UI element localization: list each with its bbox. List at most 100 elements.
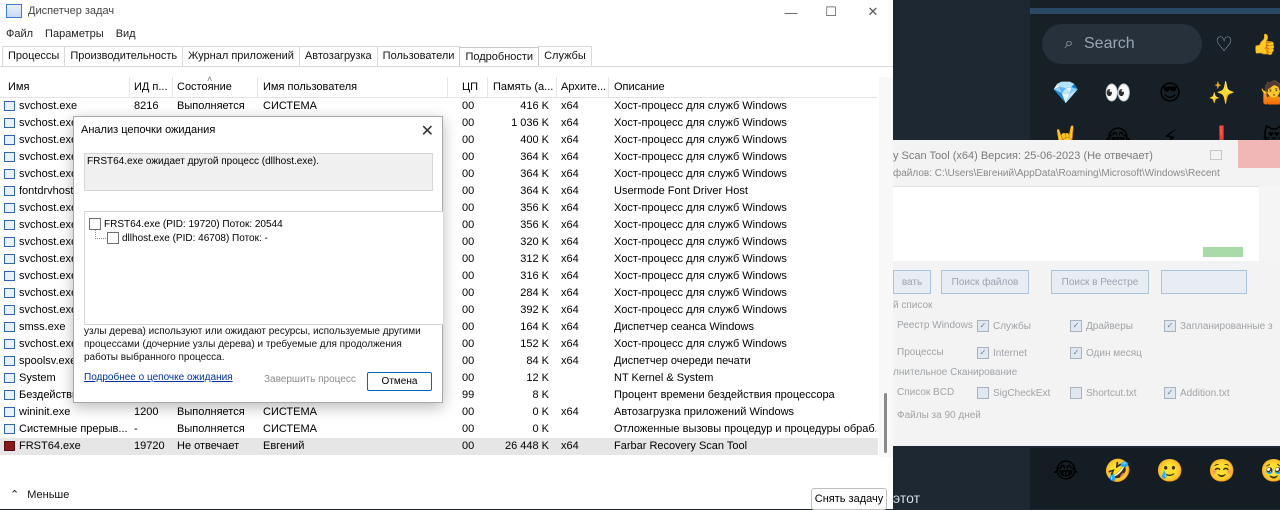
header-cpu[interactable]: ЦП [462, 81, 478, 93]
vertical-scrollbar[interactable] [879, 77, 893, 457]
emoji-item[interactable]: 😂 [1040, 458, 1092, 484]
heart-icon[interactable]: ♡ [1215, 32, 1233, 57]
header-status[interactable]: Состояние [177, 81, 232, 93]
scrollbar-thumb[interactable] [884, 393, 887, 453]
checkbox-icon[interactable] [1070, 387, 1082, 399]
frst-search-files-button[interactable]: Поиск файлов [941, 270, 1029, 294]
end-process-button[interactable]: Завершить процесс [264, 374, 356, 385]
table-row[interactable]: wininit.exe 1200 Выполняется СИСТЕМА 00 0 K x6… [0, 404, 878, 421]
header-description[interactable]: Описание [614, 81, 665, 93]
process-icon [4, 390, 15, 400]
frst-check-one-month[interactable]: Один месяц [1086, 348, 1142, 359]
table-row[interactable]: Системные прерыв... - Выполняется СИСТЕМА 00… [0, 421, 878, 438]
tab-services[interactable]: Службы [538, 46, 592, 66]
header-username[interactable]: Имя пользователя [263, 81, 357, 93]
end-task-button[interactable]: Снять задачу [811, 488, 887, 510]
header-memory[interactable]: Память (а... [493, 81, 553, 93]
process-memory: 26 448 K [504, 440, 549, 452]
frst-check-addition[interactable]: Addition.txt [1180, 388, 1229, 399]
menu-view[interactable]: Вид [110, 28, 142, 40]
column-divider[interactable] [487, 77, 488, 97]
frst-check-90-days[interactable]: Файлы за 90 дней [897, 410, 981, 421]
emoji-item[interactable]: 🤣 [1092, 458, 1144, 484]
checkbox-checked-icon[interactable]: ✓ [1070, 320, 1082, 332]
cancel-button[interactable]: Отмена [367, 372, 432, 391]
tab-details[interactable]: Подробности [459, 47, 540, 67]
emoji-item[interactable]: ✨ [1196, 80, 1248, 106]
emoji-item[interactable]: 🥲 [1144, 458, 1196, 484]
process-description: Хост-процесс для служб Windows [614, 304, 787, 316]
horizontal-scrollbar[interactable] [0, 462, 878, 470]
process-memory: 356 K [520, 219, 549, 231]
column-divider[interactable] [172, 77, 173, 97]
frst-close-button[interactable] [1238, 140, 1280, 168]
close-button[interactable]: ✕ [850, 2, 896, 22]
emoji-item[interactable]: ☺️ [1196, 458, 1248, 484]
emoji-item[interactable]: 💎 [1040, 80, 1092, 106]
column-divider[interactable] [129, 77, 130, 97]
frst-check-drivers[interactable]: Драйверы [1086, 321, 1133, 332]
menu-file[interactable]: Файл [0, 28, 39, 40]
tree-item[interactable]: FRST64.exe (PID: 19720) Поток: 20544 [89, 218, 283, 230]
column-divider[interactable] [556, 77, 557, 97]
tab-startup[interactable]: Автозагрузка [298, 46, 378, 66]
emoji-item[interactable]: 🤘 [1040, 125, 1092, 140]
checkbox-checked-icon[interactable]: ✓ [1164, 387, 1176, 399]
frst-check-scheduled[interactable]: Запланированные з [1180, 321, 1273, 332]
frst-search-registry-button[interactable]: Поиск в Реестре [1051, 270, 1149, 294]
header-pid[interactable]: ИД п... [134, 81, 168, 93]
tab-app-history[interactable]: Журнал приложений [182, 46, 300, 66]
process-status: Выполняется [177, 423, 245, 435]
emoji-item[interactable]: 🥹 [1248, 458, 1280, 484]
emoji-search-input[interactable]: ⌕ Search [1042, 24, 1202, 64]
column-divider[interactable] [608, 77, 609, 97]
checkbox-icon[interactable] [977, 387, 989, 399]
table-row[interactable]: svchost.exe 8216 Выполняется СИСТЕМА 00 416 K… [0, 98, 878, 115]
frst-check-processes[interactable]: Процессы [897, 347, 944, 358]
checkbox-icon[interactable] [89, 218, 101, 230]
frst-check-sigcheck[interactable]: SigCheckExt [993, 388, 1050, 399]
process-icon [4, 356, 15, 366]
process-icon [4, 118, 15, 128]
column-divider[interactable] [447, 77, 448, 97]
maximize-button[interactable]: ☐ [808, 2, 854, 22]
frst-check-shortcut[interactable]: Shortcut.txt [1086, 388, 1137, 399]
tab-processes[interactable]: Процессы [2, 46, 66, 66]
frst-check-bcd[interactable]: Список BCD [897, 387, 954, 398]
checkbox-icon[interactable] [107, 232, 119, 244]
emoji-item[interactable]: 😻 [1248, 125, 1280, 140]
process-description: Хост-процесс для служб Windows [614, 151, 787, 163]
emoji-item[interactable]: 😎 [1144, 80, 1196, 106]
like-icon[interactable]: 👍 [1252, 32, 1277, 57]
tab-performance[interactable]: Производительность [64, 46, 184, 66]
tab-users[interactable]: Пользователи [376, 46, 461, 66]
header-name[interactable]: Имя [8, 81, 29, 93]
fewer-details-button[interactable]: ⌃ Меньше [10, 488, 69, 502]
tree-item[interactable]: dllhost.exe (PID: 46708) Поток: - [107, 232, 268, 244]
wait-chain-help-link[interactable]: Подробнее о цепочке ожидания [84, 372, 233, 383]
process-user: СИСТЕМА [263, 406, 317, 418]
checkbox-checked-icon[interactable]: ✓ [977, 320, 989, 332]
emoji-item[interactable]: 🤷 [1248, 80, 1280, 106]
frst-check-registry[interactable]: Реестр Windows [897, 320, 973, 331]
process-cpu: 00 [462, 185, 475, 197]
checkbox-checked-icon[interactable]: ✓ [977, 347, 989, 359]
frst-maximize-icon[interactable] [1210, 150, 1222, 160]
emoji-item[interactable]: 😂 [1092, 125, 1144, 140]
frst-check-services[interactable]: Службы [993, 321, 1031, 332]
table-row[interactable]: FRST64.exe 19720 Не отвечает Евгений 00 26 44… [0, 438, 878, 455]
checkbox-checked-icon[interactable]: ✓ [1164, 320, 1176, 332]
wait-chain-tree[interactable]: FRST64.exe (PID: 19720) Поток: 20544 dll… [84, 211, 443, 325]
emoji-item[interactable]: 👀 [1092, 80, 1144, 106]
frst-fix-button[interactable] [1161, 270, 1247, 294]
close-icon[interactable]: ✕ [421, 121, 434, 141]
frst-check-internet[interactable]: Internet [993, 348, 1027, 359]
frst-scan-button[interactable]: вать [893, 270, 931, 294]
column-divider[interactable] [257, 77, 258, 97]
emoji-item[interactable]: ⚡ [1144, 125, 1196, 140]
menu-options[interactable]: Параметры [39, 28, 110, 40]
checkbox-checked-icon[interactable]: ✓ [1070, 347, 1082, 359]
emoji-item[interactable]: ❗ [1196, 125, 1248, 140]
header-architecture[interactable]: Архите... [561, 81, 606, 93]
frst-scrollbar[interactable] [1259, 186, 1280, 260]
